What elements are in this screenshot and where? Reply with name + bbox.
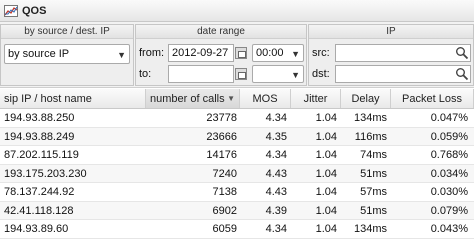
cell-mos: 4.39 xyxy=(265,204,287,217)
dst-label: dst: xyxy=(312,68,330,80)
cell-ip: 193.175.203.230 xyxy=(4,167,87,180)
calendar-icon[interactable] xyxy=(235,47,247,59)
chevron-down-icon: ▼ xyxy=(291,70,300,80)
column-header-delay[interactable]: Delay xyxy=(341,89,391,108)
cell-ip: 194.93.88.250 xyxy=(4,112,75,124)
cell-delay: 74ms xyxy=(360,149,387,161)
column-header-mos[interactable]: MOS xyxy=(240,89,291,108)
date-range-header: date range xyxy=(136,25,306,39)
cell-packet-loss: 0.030% xyxy=(430,186,468,198)
table-row[interactable]: 194.93.88.249 23666 4.35 1.04 116ms 0.059% xyxy=(0,127,474,146)
window-titlebar: QOS xyxy=(0,0,474,22)
qos-table: sip IP / host name number of calls ▼ MOS… xyxy=(0,89,474,239)
table-row[interactable]: 194.93.89.60 6059 4.34 1.04 134ms 0.043% xyxy=(0,220,474,239)
cell-packet-loss: 0.047% xyxy=(430,112,468,124)
cell-jitter: 1.04 xyxy=(315,186,337,198)
cell-ip: 87.202.115.119 xyxy=(4,149,79,161)
column-header-calls[interactable]: number of calls ▼ xyxy=(146,89,240,108)
chevron-down-icon: ▼ xyxy=(291,49,300,59)
from-date-field[interactable]: 2012-09-27 xyxy=(168,44,234,62)
dst-ip-field[interactable] xyxy=(335,65,471,83)
ip-group: IP src: dst: xyxy=(308,24,474,86)
cell-mos: 4.35 xyxy=(265,130,287,143)
sort-descending-icon: ▼ xyxy=(227,94,235,103)
cell-calls: 23778 xyxy=(206,112,237,124)
grouping-select-value: by source IP xyxy=(8,48,70,60)
window-title: QOS xyxy=(22,4,47,17)
table-header: sip IP / host name number of calls ▼ MOS… xyxy=(0,89,474,109)
to-time-select[interactable]: ▼ xyxy=(252,65,304,83)
cell-packet-loss: 0.034% xyxy=(430,167,468,180)
table-row[interactable]: 194.93.88.250 23778 4.34 1.04 134ms 0.047% xyxy=(0,109,474,128)
cell-mos: 4.34 xyxy=(265,223,287,235)
column-header-calls-label: number of calls xyxy=(150,93,225,105)
table-row[interactable]: 78.137.244.92 7138 4.43 1.04 57ms 0.030% xyxy=(0,183,474,202)
column-header-jitter[interactable]: Jitter xyxy=(291,89,341,108)
table-row[interactable]: 193.175.203.230 7240 4.43 1.04 51ms 0.034% xyxy=(0,164,474,183)
cell-ip: 42.41.118.128 xyxy=(4,204,74,217)
cell-calls: 14176 xyxy=(206,149,237,161)
cell-mos: 4.34 xyxy=(265,112,287,124)
chart-icon xyxy=(4,4,18,17)
cell-packet-loss: 0.043% xyxy=(430,223,468,235)
cell-jitter: 1.04 xyxy=(315,167,337,180)
to-label: to: xyxy=(139,68,152,80)
chevron-down-icon: ▼ xyxy=(117,50,126,60)
cell-jitter: 1.04 xyxy=(315,130,337,143)
cell-jitter: 1.04 xyxy=(315,223,337,235)
cell-packet-loss: 0.768% xyxy=(430,149,468,161)
grouping-group: by source / dest. IP by source IP ▼ xyxy=(0,24,134,86)
cell-delay: 116ms xyxy=(354,130,387,143)
cell-delay: 51ms xyxy=(360,204,387,217)
cell-packet-loss: 0.059% xyxy=(430,130,468,143)
search-icon[interactable] xyxy=(455,67,469,81)
cell-mos: 4.34 xyxy=(265,149,287,161)
cell-delay: 57ms xyxy=(360,186,387,198)
to-date-field[interactable] xyxy=(168,65,234,83)
ip-header: IP xyxy=(309,25,473,39)
search-icon[interactable] xyxy=(455,46,469,60)
cell-ip: 194.93.89.60 xyxy=(4,223,69,235)
cell-mos: 4.43 xyxy=(265,186,287,198)
cell-mos: 4.43 xyxy=(265,167,287,180)
cell-delay: 134ms xyxy=(353,112,387,124)
cell-calls: 7240 xyxy=(212,167,237,180)
cell-ip: 78.137.244.92 xyxy=(4,186,75,198)
cell-calls: 7138 xyxy=(212,186,237,198)
cell-calls: 6059 xyxy=(212,223,237,235)
from-label: from: xyxy=(139,47,165,59)
cell-jitter: 1.04 xyxy=(315,149,337,161)
table-row[interactable]: 87.202.115.119 14176 4.34 1.04 74ms 0.768% xyxy=(0,146,474,165)
cell-calls: 23666 xyxy=(206,130,237,143)
date-range-group: date range from: 2012-09-27 00:00 ▼ to: … xyxy=(135,24,307,86)
cell-delay: 51ms xyxy=(360,167,387,180)
cell-calls: 6902 xyxy=(212,204,237,217)
filter-panel: by source / dest. IP by source IP ▼ date… xyxy=(0,22,474,88)
cell-packet-loss: 0.079% xyxy=(430,204,468,217)
calendar-icon[interactable] xyxy=(235,68,247,80)
from-time-select[interactable]: 00:00 ▼ xyxy=(252,44,304,62)
grouping-header: by source / dest. IP xyxy=(1,25,133,39)
column-header-ip[interactable]: sip IP / host name xyxy=(0,89,146,108)
cell-ip: 194.93.88.249 xyxy=(4,130,75,143)
cell-jitter: 1.04 xyxy=(315,112,337,124)
src-ip-field[interactable] xyxy=(335,44,471,62)
grouping-select[interactable]: by source IP ▼ xyxy=(4,44,130,64)
table-row[interactable]: 42.41.118.128 6902 4.39 1.04 51ms 0.079% xyxy=(0,201,474,220)
table-body: 194.93.88.250 23778 4.34 1.04 134ms 0.047% 194… xyxy=(0,109,474,239)
cell-delay: 134ms xyxy=(353,223,387,235)
from-time-value: 00:00 xyxy=(256,47,284,59)
column-header-packet-loss[interactable]: Packet Loss xyxy=(391,89,474,108)
cell-jitter: 1.04 xyxy=(315,204,337,217)
src-label: src: xyxy=(312,47,330,59)
